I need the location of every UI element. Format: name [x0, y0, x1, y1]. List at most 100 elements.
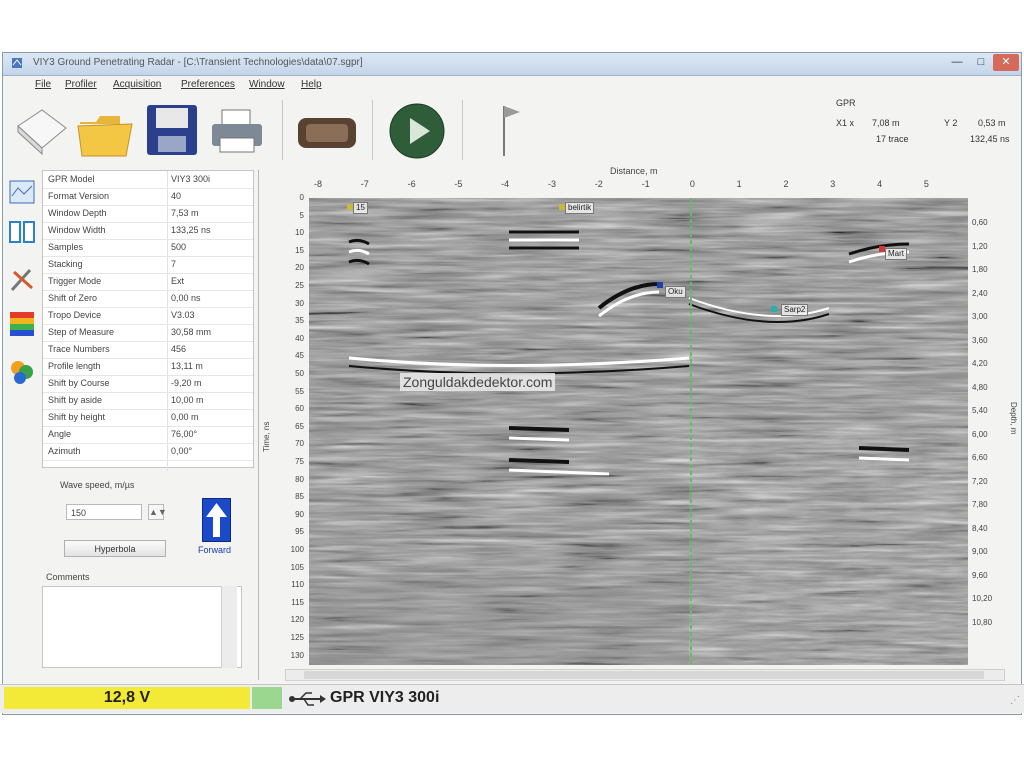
property-key: Angle	[48, 429, 72, 439]
cursor-x-label: X1 x	[836, 118, 855, 128]
close-button[interactable]: ✕	[993, 54, 1019, 71]
marker-label[interactable]: Sarp2	[781, 304, 809, 316]
depth-tick-label: 8,40	[972, 523, 988, 533]
arrow-up-icon	[206, 503, 227, 537]
time-tick-label: 130	[290, 650, 304, 660]
time-tick-label: 15	[295, 245, 304, 255]
property-key: Trigger Mode	[48, 276, 102, 286]
depth-tick-label: 5,40	[972, 406, 988, 415]
layers-icon[interactable]	[8, 358, 36, 386]
property-row[interactable]: Trigger Mode Ext	[43, 273, 253, 291]
wave-speed-input[interactable]: 150	[66, 504, 142, 520]
depth-tick-label: 7,80	[972, 500, 988, 509]
forward-button[interactable]	[202, 498, 231, 542]
property-key: Samples	[48, 242, 84, 252]
marker-label[interactable]: Mart	[885, 248, 907, 260]
x-tick-label: 4	[877, 179, 883, 189]
distance-axis-title: Distance, m	[610, 166, 658, 176]
property-row[interactable]: Format Version 40	[43, 188, 253, 206]
flag-icon[interactable]	[484, 102, 524, 160]
compare-icon[interactable]	[8, 218, 36, 246]
wave-speed-label: Wave speed, m/µs	[60, 480, 135, 490]
time-tick-label: 100	[290, 545, 304, 554]
time-tick-label: 80	[295, 474, 304, 484]
property-row[interactable]: Tropo Device V3.03	[43, 307, 253, 325]
menu-help[interactable]: Help	[301, 79, 322, 90]
property-row[interactable]: GPR Model VIY3 300i	[43, 171, 253, 189]
radar-device-icon[interactable]	[296, 112, 358, 154]
property-value: 30,58 mm	[171, 327, 212, 337]
time-tick-label: 20	[295, 263, 304, 273]
tools-icon[interactable]	[8, 266, 36, 294]
property-value: 0,00 ns	[171, 293, 201, 303]
open-folder-icon[interactable]	[76, 108, 136, 160]
x-tick-label: -2	[594, 179, 603, 189]
save-floppy-icon[interactable]	[144, 102, 200, 158]
property-row[interactable]: Angle 76,00°	[43, 426, 253, 444]
property-row[interactable]: Samples 500	[43, 239, 253, 257]
time-tick-label: 85	[295, 492, 304, 502]
marker-pin-icon	[559, 204, 565, 210]
property-value: VIY3 300i	[171, 174, 211, 184]
comments-scrollbar[interactable]	[221, 586, 237, 668]
minimize-button[interactable]: —	[945, 54, 969, 71]
horizontal-scrollbar[interactable]	[285, 669, 1005, 681]
depth-tick-label: 3,00	[972, 312, 988, 321]
property-value: 500	[171, 242, 187, 252]
property-row[interactable]: Step of Measure 30,58 mm	[43, 324, 253, 342]
play-icon[interactable]	[388, 102, 446, 160]
view-icon[interactable]	[8, 178, 36, 206]
property-row[interactable]: Window Depth 7,53 m	[43, 205, 253, 223]
marker-label[interactable]: 15	[353, 202, 368, 214]
property-row[interactable]: Profile length 13,11 m	[43, 358, 253, 376]
panel-splitter[interactable]	[258, 170, 259, 680]
x-tick-label: -3	[547, 179, 556, 189]
battery-voltage: 12,8 V	[4, 687, 250, 709]
time-tick-label: 55	[295, 386, 304, 396]
depth-tick-label: 9,00	[972, 547, 988, 556]
property-row[interactable]: Shift by Course -9,20 m	[43, 375, 253, 393]
menu-profiler[interactable]: Profiler	[65, 79, 97, 90]
resize-grip-icon[interactable]: ⋰	[1010, 695, 1020, 706]
depth-tick-label: 4,20	[972, 359, 988, 368]
marker-label[interactable]: Oku	[665, 286, 686, 298]
time-tick-label: 25	[295, 281, 304, 290]
toolbar-separator	[372, 100, 373, 160]
menu-window[interactable]: Window	[249, 79, 285, 90]
property-value: 7	[171, 259, 177, 269]
property-row[interactable]: Shift by height 0,00 m	[43, 409, 253, 427]
property-row[interactable]: Shift of Zero 0,00 ns	[43, 290, 253, 308]
x-tick-label: -6	[407, 179, 416, 189]
marker-pin-icon	[657, 282, 663, 288]
print-icon[interactable]	[208, 108, 266, 156]
scrollbar-thumb[interactable]	[304, 671, 984, 679]
marker-label[interactable]: belirtik	[565, 202, 595, 214]
property-row[interactable]: Trace Numbers 456	[43, 341, 253, 359]
depth-tick-label: 1,80	[972, 265, 988, 274]
time-tick-label: 40	[295, 333, 304, 343]
property-row[interactable]: Window Width 133,25 ns	[43, 222, 253, 240]
radargram-view[interactable]: 15 belirtik Oku Mart Sarp2	[309, 198, 968, 665]
marker-pin-icon	[347, 204, 353, 210]
marker-pin-icon	[879, 246, 885, 252]
menu-preferences[interactable]: Preferences	[181, 79, 235, 90]
depth-tick-label: 1,20	[972, 241, 988, 251]
wave-speed-stepper[interactable]: ▲▼	[148, 504, 167, 520]
property-key: Shift by aside	[48, 395, 103, 405]
property-row[interactable]: Shift by aside 10,00 m	[43, 392, 253, 410]
property-row[interactable]: Azimuth 0,00°	[43, 443, 253, 461]
property-value: 7,53 m	[171, 208, 199, 218]
palette-icon[interactable]	[8, 310, 36, 338]
maximize-button[interactable]: □	[969, 54, 993, 71]
hyperbola-button[interactable]: Hyperbola	[64, 540, 166, 557]
title-bar[interactable]: VIY3 Ground Penetrating Radar - [C:\Tran…	[3, 53, 1021, 76]
property-key: Stacking	[48, 259, 83, 269]
property-key: Shift by Course	[48, 378, 110, 388]
property-row[interactable]: Stacking 7	[43, 256, 253, 274]
time-tick-label: 70	[295, 439, 304, 449]
time-axis-title: Time, ns	[262, 421, 271, 452]
menu-acquisition[interactable]: Acquisition	[113, 79, 161, 90]
property-key: Window Depth	[48, 208, 107, 218]
comments-textarea[interactable]	[42, 586, 242, 668]
menu-file[interactable]: File	[35, 79, 51, 90]
